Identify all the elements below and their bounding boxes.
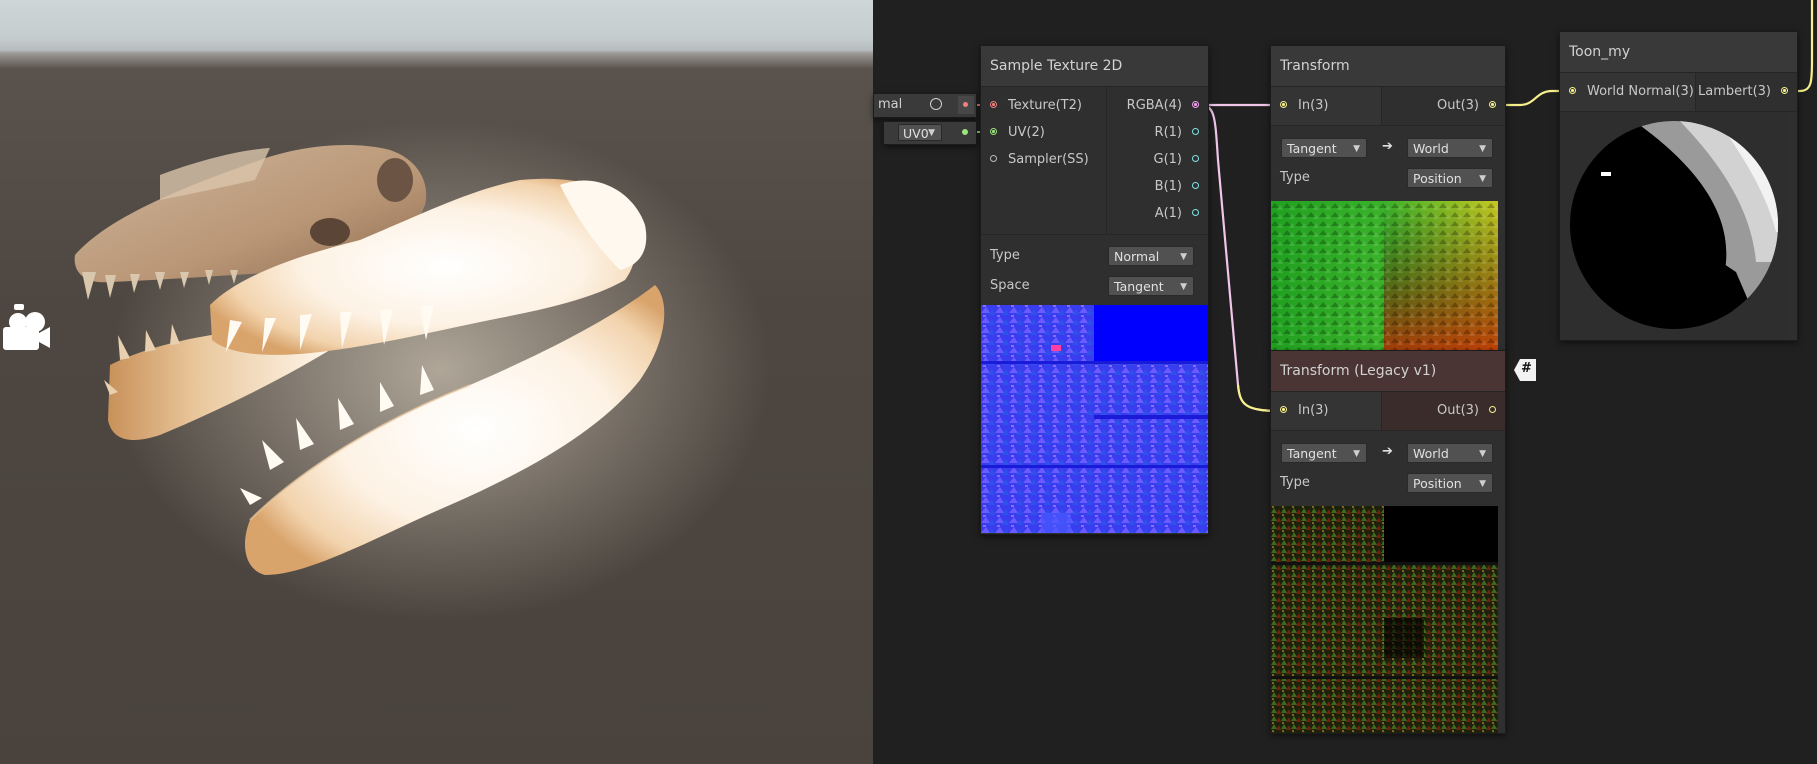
chevron-down-icon: ▼ [1479, 449, 1486, 459]
property-label: mal [878, 97, 903, 112]
transform-preview [1271, 201, 1498, 351]
chevron-down-icon: ▼ [1479, 144, 1486, 154]
space-conversion: Tangent ▼ ➔ World ▼ [1271, 133, 1505, 163]
texture-input-port[interactable]: Texture(T2) [981, 92, 1106, 119]
from-space-dropdown[interactable]: Tangent ▼ [1281, 138, 1367, 158]
b-port-icon [1192, 182, 1199, 189]
in-port[interactable]: In(3) [1271, 397, 1381, 424]
node-title[interactable]: Toon_my [1560, 32, 1797, 73]
world-normal-input-port[interactable]: World Normal(3) [1560, 78, 1695, 105]
space-conversion: Tangent ▼ ➔ World ▼ [1271, 438, 1505, 468]
vector3-port-icon [1280, 406, 1287, 413]
normal-map-preview [981, 305, 1208, 533]
type-dropdown[interactable]: Position ▼ [1407, 168, 1493, 188]
scene-view[interactable] [0, 0, 873, 764]
to-space-dropdown[interactable]: World ▼ [1407, 443, 1493, 463]
group-badge-icon[interactable]: # [1514, 359, 1536, 381]
out-port[interactable]: Out(3) [1382, 92, 1505, 119]
space-property: Space Tangent ▼ [981, 271, 1208, 301]
transform-node[interactable]: Transform In(3) Out(3) Tangent ▼ ➔ World ▼ [1270, 45, 1506, 352]
arrow-right-icon: ➔ [1382, 139, 1393, 154]
camera-gizmo-icon [3, 304, 50, 350]
chevron-down-icon: ▼ [1479, 479, 1486, 489]
type-dropdown[interactable]: Position ▼ [1407, 473, 1493, 493]
type-property: Type Position ▼ [1271, 163, 1505, 193]
uv-port-icon [990, 128, 997, 135]
uv-output-dot[interactable] [962, 129, 968, 135]
skull-render [3, 120, 770, 620]
node-title[interactable]: Sample Texture 2D [981, 46, 1208, 87]
texture-port-icon [990, 101, 997, 108]
vector3-port-icon [1489, 101, 1496, 108]
vector3-port-icon [1280, 101, 1287, 108]
out-port[interactable]: Out(3) [1382, 397, 1505, 424]
to-space-dropdown[interactable]: World ▼ [1407, 138, 1493, 158]
uv-input-node[interactable]: UV0 ▼ [883, 121, 977, 145]
sample-texture-2d-node[interactable]: Sample Texture 2D Texture(T2) UV(2) Samp… [980, 45, 1209, 535]
a-output-port[interactable]: A(1) [1107, 200, 1208, 227]
b-output-port[interactable]: B(1) [1107, 173, 1208, 200]
r-output-port[interactable]: R(1) [1107, 119, 1208, 146]
transform-legacy-node[interactable]: Transform (Legacy v1) In(3) Out(3) Tange… [1270, 350, 1506, 734]
uv-input-port[interactable]: UV(2) [981, 119, 1106, 146]
sampler-port-icon [990, 155, 997, 162]
chevron-down-icon: ▼ [1180, 252, 1187, 262]
rgba-output-port[interactable]: RGBA(4) [1107, 92, 1208, 119]
sampler-input-port[interactable]: Sampler(SS) [981, 146, 1106, 173]
node-title[interactable]: Transform (Legacy v1) [1271, 351, 1505, 392]
lambert-output-port[interactable]: Lambert(3) [1696, 78, 1797, 105]
rgba-port-icon [1192, 101, 1199, 108]
g-port-icon [1192, 155, 1199, 162]
arrow-right-icon: ➔ [1382, 444, 1393, 459]
type-property: Type Position ▼ [1271, 468, 1505, 498]
partial-property-node[interactable]: mal [873, 93, 977, 118]
type-dropdown[interactable]: Normal ▼ [1108, 246, 1194, 266]
chevron-down-icon: ▼ [1353, 144, 1360, 154]
toon-my-node[interactable]: Toon_my World Normal(3) Lambert(3) [1559, 31, 1798, 341]
a-port-icon [1192, 209, 1199, 216]
vector3-port-icon [1781, 87, 1788, 94]
from-space-dropdown[interactable]: Tangent ▼ [1281, 443, 1367, 463]
g-output-port[interactable]: G(1) [1107, 146, 1208, 173]
chevron-down-icon: ▼ [1479, 174, 1486, 184]
r-port-icon [1192, 128, 1199, 135]
chevron-down-icon: ▼ [1353, 449, 1360, 459]
vector3-port-icon [1489, 406, 1496, 413]
in-port[interactable]: In(3) [1271, 92, 1381, 119]
legacy-transform-preview [1271, 506, 1498, 733]
type-property: Type Normal ▼ [981, 241, 1208, 271]
space-dropdown[interactable]: Tangent ▼ [1108, 276, 1194, 296]
chevron-down-icon: ▼ [928, 128, 935, 138]
uv-channel-dropdown[interactable]: UV0 ▼ [898, 124, 942, 141]
vector3-port-icon [1569, 87, 1576, 94]
node-title[interactable]: Transform [1271, 46, 1505, 87]
toon-sphere-preview [1561, 112, 1788, 339]
texture-output-dot[interactable] [958, 96, 974, 114]
chevron-down-icon: ▼ [1180, 282, 1187, 292]
target-icon[interactable] [930, 98, 942, 110]
